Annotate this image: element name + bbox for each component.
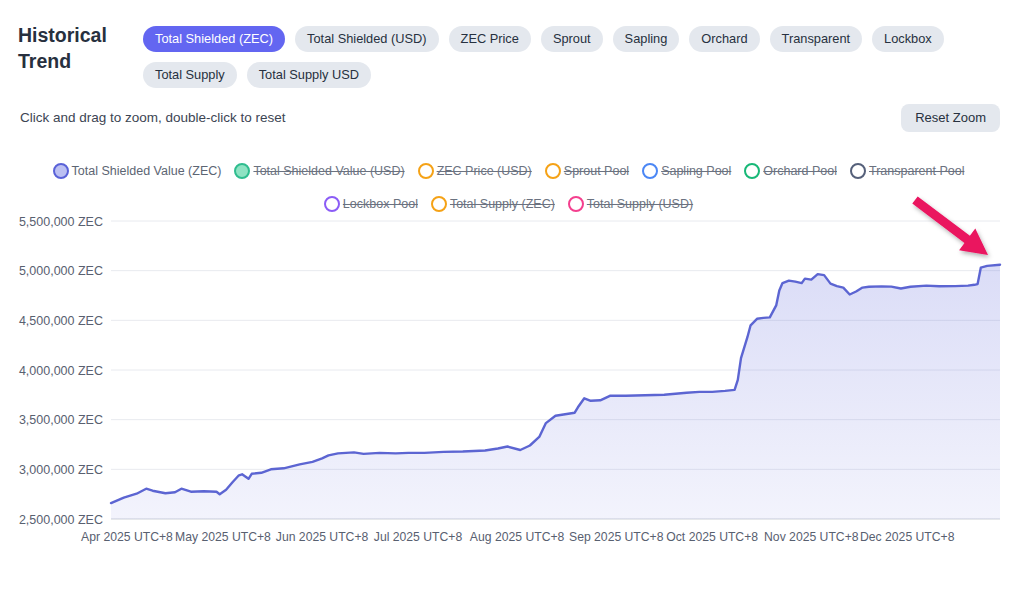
y-axis-label: 4,500,000 ZEC xyxy=(19,314,103,328)
y-axis-label: 3,000,000 ZEC xyxy=(19,463,103,477)
y-axis-label: 2,500,000 ZEC xyxy=(19,513,103,527)
y-axis-label: 4,000,000 ZEC xyxy=(19,364,103,378)
x-axis-label: Jun 2025 UTC+8 xyxy=(276,530,369,544)
area-series xyxy=(111,265,1000,519)
x-axis-label: Sep 2025 UTC+8 xyxy=(569,530,664,544)
x-axis-label: Oct 2025 UTC+8 xyxy=(666,530,758,544)
x-axis-label: Aug 2025 UTC+8 xyxy=(470,530,565,544)
x-axis-label: Jul 2025 UTC+8 xyxy=(374,530,463,544)
x-axis-label: May 2025 UTC+8 xyxy=(175,530,271,544)
y-axis-label: 5,000,000 ZEC xyxy=(19,264,103,278)
y-axis-label: 3,500,000 ZEC xyxy=(19,413,103,427)
trend-chart[interactable]: 2,500,000 ZEC 3,000,000 ZEC 3,500,000 ZEC 4… xyxy=(0,0,1017,593)
x-axis-label: Dec 2025 UTC+8 xyxy=(860,530,955,544)
y-axis-label: 5,500,000 ZEC xyxy=(19,215,103,229)
annotation-arrow-icon xyxy=(912,196,988,255)
x-axis-label: Apr 2025 UTC+8 xyxy=(81,530,173,544)
x-axis-label: Nov 2025 UTC+8 xyxy=(764,530,859,544)
